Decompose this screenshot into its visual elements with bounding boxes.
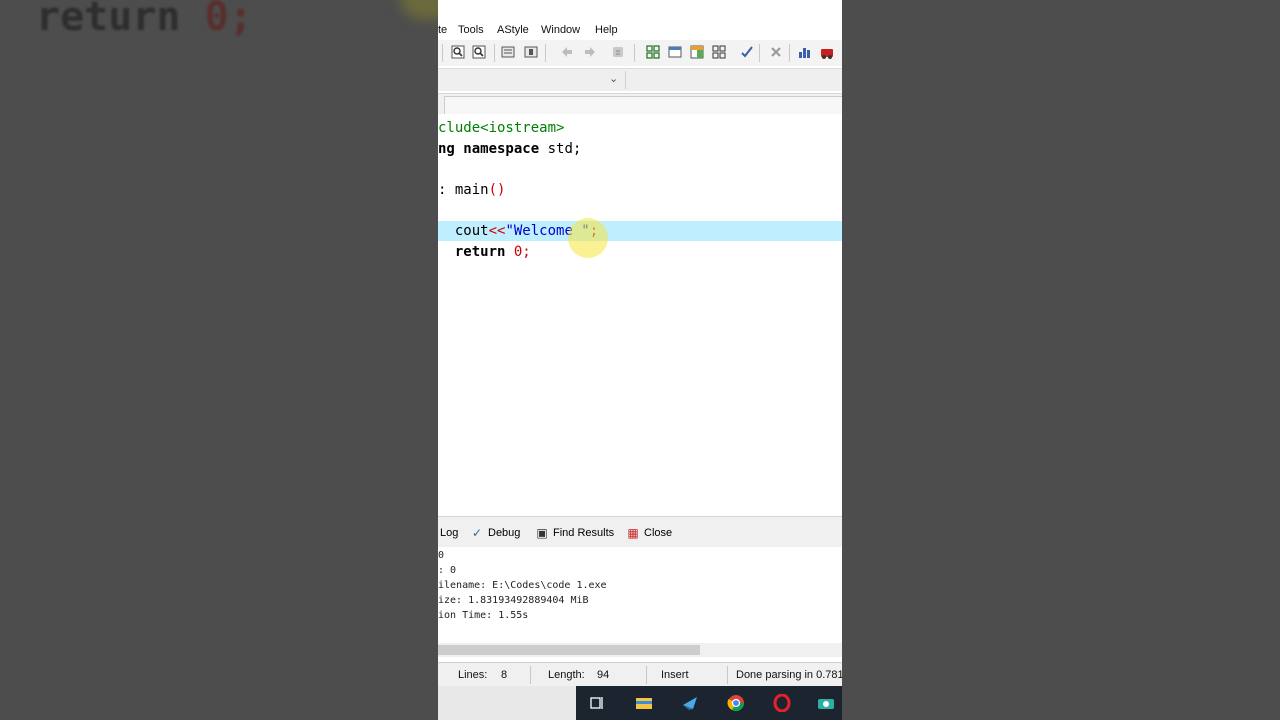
find-icon[interactable] bbox=[450, 44, 466, 60]
compile-log: 0 : 0 ilename: E:\Codes\code 1.exe ize: … bbox=[438, 547, 842, 643]
menu-item-tools[interactable]: Tools bbox=[458, 24, 484, 36]
toolbar-separator bbox=[759, 44, 760, 62]
chrome-icon[interactable] bbox=[726, 694, 746, 712]
parse-status: Done parsing in 0.781 bbox=[736, 669, 842, 681]
status-bar: Lines: 8 Length: 94 Insert Done parsing … bbox=[438, 662, 842, 687]
task-view-icon[interactable] bbox=[588, 694, 608, 712]
code-line-1: clude<iostream> bbox=[438, 120, 565, 136]
app-icon[interactable] bbox=[680, 694, 700, 712]
status-divider bbox=[530, 666, 531, 684]
code-line-3: : main() bbox=[438, 182, 506, 198]
insert-mode: Insert bbox=[661, 669, 689, 681]
code-editor[interactable]: clude<iostream> ng namespace std; : main… bbox=[438, 114, 842, 516]
goto-icon[interactable] bbox=[500, 44, 516, 60]
window-icon[interactable] bbox=[667, 44, 683, 60]
length-label: Length: bbox=[548, 669, 585, 681]
toolbar bbox=[438, 40, 842, 66]
pointer-highlight bbox=[568, 218, 608, 258]
check-icon[interactable] bbox=[739, 44, 755, 60]
status-divider bbox=[727, 666, 728, 684]
blurred-left-panel: return 0; bbox=[0, 0, 460, 720]
blurred-right-panel bbox=[842, 0, 1280, 720]
length-value: 94 bbox=[597, 669, 610, 681]
opera-icon[interactable] bbox=[772, 694, 792, 712]
tab-debug[interactable]: ✓ Debug bbox=[470, 525, 520, 541]
back-icon[interactable] bbox=[559, 44, 575, 60]
class-combo-row: ⌄ bbox=[438, 68, 842, 91]
chevron-down-icon[interactable]: ⌄ bbox=[609, 72, 618, 85]
blurred-code-text: return 0; bbox=[36, 0, 253, 40]
menu-bar: te Tools AStyle Window Help bbox=[438, 0, 842, 40]
code-line-5: return 0; bbox=[454, 244, 531, 260]
log-line: : 0 bbox=[438, 565, 457, 576]
editor-tab-strip bbox=[438, 93, 842, 115]
log-line: ilename: E:\Codes\code 1.exe bbox=[438, 580, 607, 591]
toolbar-separator bbox=[545, 44, 546, 62]
tab-find-results[interactable]: ▣ Find Results bbox=[535, 525, 614, 541]
taskbar-dark-area bbox=[576, 686, 842, 720]
toolbar-separator bbox=[634, 44, 635, 62]
scrollbar-thumb[interactable] bbox=[438, 645, 700, 655]
replace-icon[interactable] bbox=[471, 44, 487, 60]
toolbar-separator bbox=[442, 44, 443, 62]
editor-tab[interactable] bbox=[444, 96, 842, 114]
tab-log[interactable]: Log bbox=[440, 525, 458, 541]
lines-value: 8 bbox=[501, 669, 508, 681]
bookmark-icon[interactable] bbox=[523, 44, 539, 60]
grid-icon[interactable] bbox=[645, 44, 661, 60]
code-line-2: ng namespace std; bbox=[438, 141, 582, 157]
menu-item-execute[interactable]: te bbox=[438, 24, 447, 36]
close-icon: ▦ bbox=[627, 526, 639, 540]
clean-icon[interactable] bbox=[610, 44, 626, 60]
menu-item-astyle[interactable]: AStyle bbox=[497, 24, 529, 36]
toolbar-separator bbox=[494, 44, 495, 62]
message-tabs: Log ✓ Debug ▣ Find Results ▦ Close bbox=[438, 516, 842, 548]
chart-icon[interactable] bbox=[797, 44, 813, 60]
taskbar bbox=[438, 686, 842, 720]
forward-icon[interactable] bbox=[582, 44, 598, 60]
log-line: ize: 1.83193492889404 MiB bbox=[438, 595, 589, 606]
toolbar-separator bbox=[789, 44, 790, 62]
ide-window: te Tools AStyle Window Help ⌄ clude<iost… bbox=[438, 0, 842, 720]
file-explorer-icon[interactable] bbox=[634, 694, 654, 712]
lines-label: Lines: bbox=[458, 669, 488, 681]
menu-item-window[interactable]: Window bbox=[541, 24, 580, 36]
camera-icon[interactable] bbox=[816, 694, 836, 712]
find-icon: ▣ bbox=[536, 526, 548, 540]
log-line: 0 bbox=[438, 550, 445, 561]
layout-icon[interactable] bbox=[689, 44, 705, 60]
horizontal-scrollbar[interactable] bbox=[438, 643, 842, 657]
status-divider bbox=[646, 666, 647, 684]
delete-icon[interactable] bbox=[768, 44, 784, 60]
profile-icon[interactable] bbox=[819, 44, 835, 60]
tiles-icon[interactable] bbox=[711, 44, 727, 60]
combo-separator bbox=[625, 71, 626, 89]
check-icon: ✓ bbox=[471, 526, 483, 540]
menu-item-help[interactable]: Help bbox=[595, 24, 618, 36]
tab-close[interactable]: ▦ Close bbox=[626, 525, 672, 541]
log-line: ion Time: 1.55s bbox=[438, 610, 529, 621]
